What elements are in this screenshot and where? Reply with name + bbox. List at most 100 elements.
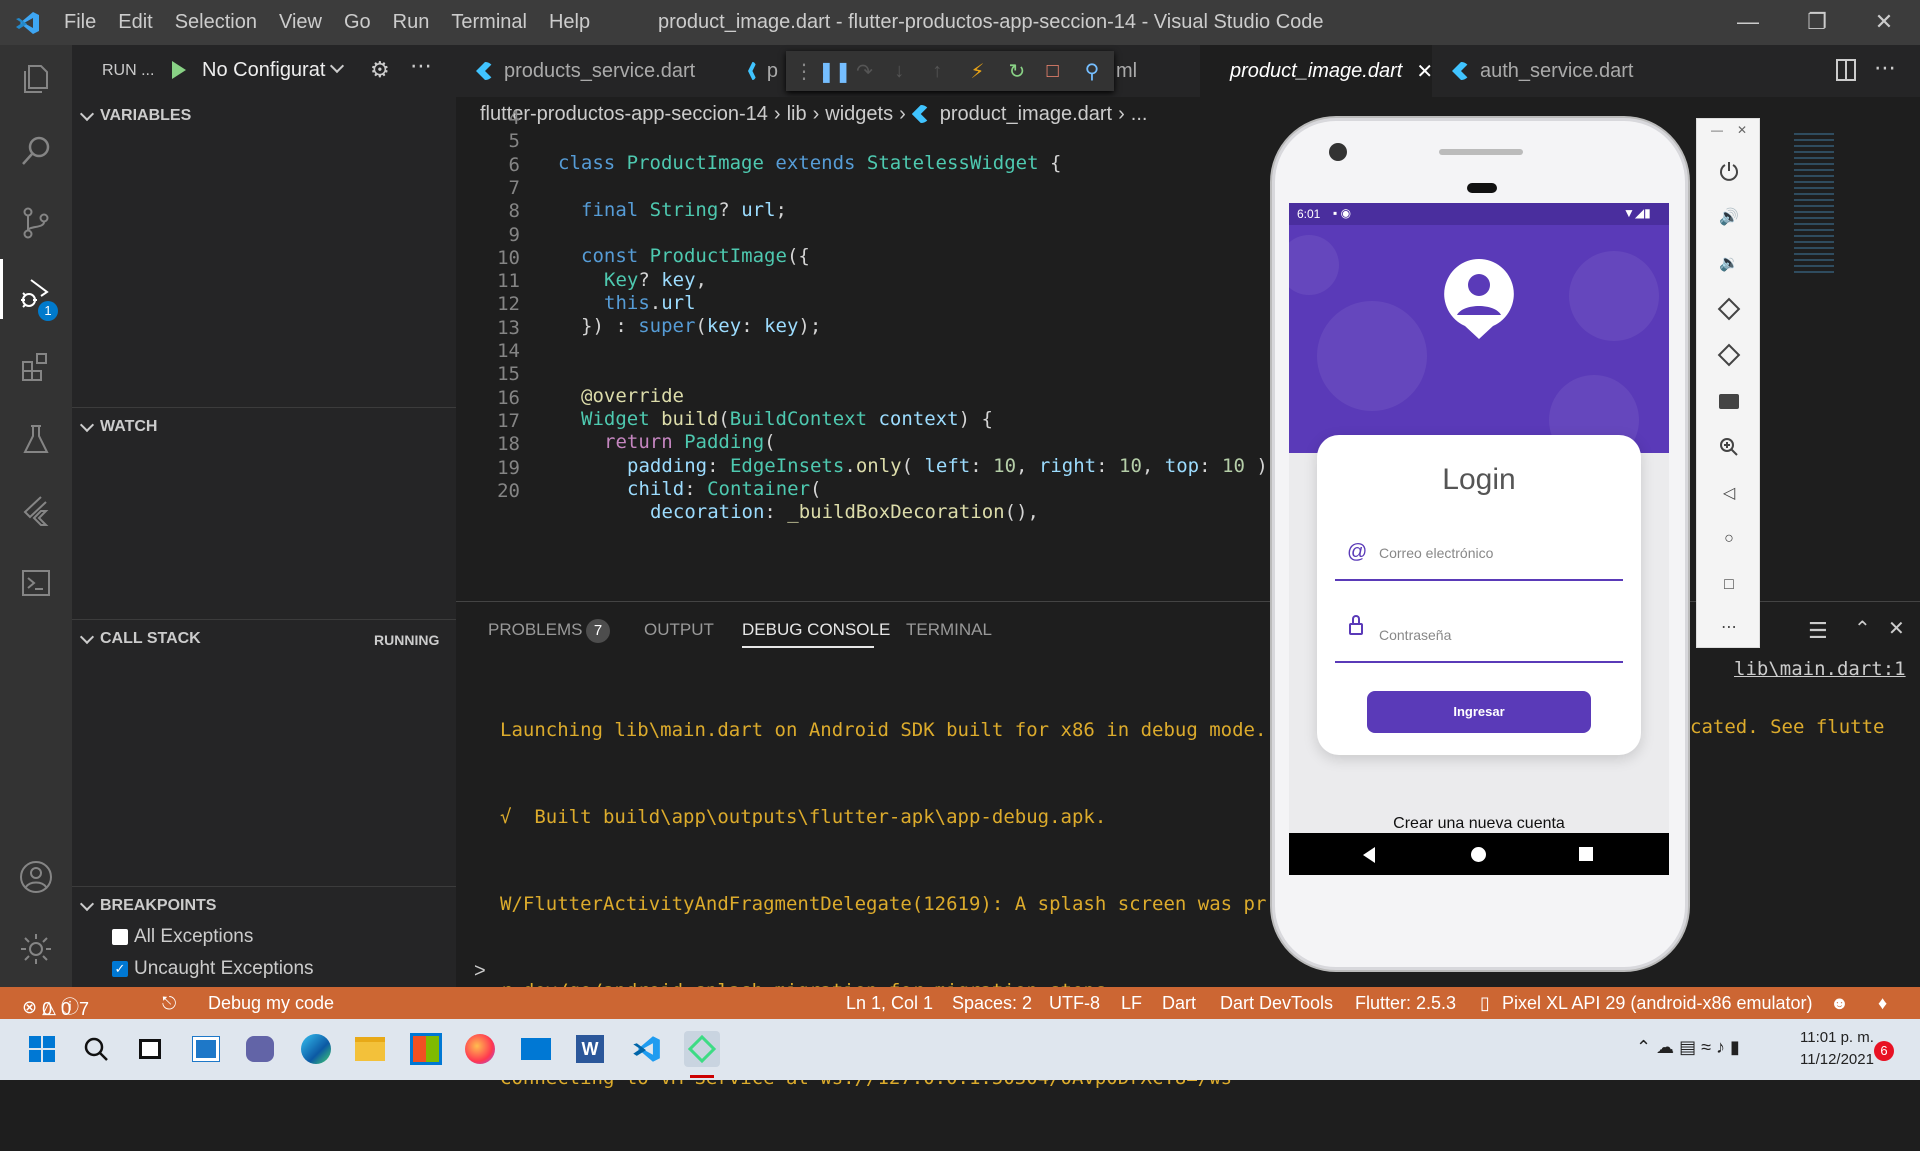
rotate-left-icon[interactable] [1715,295,1743,323]
drag-handle-icon[interactable]: ⋮⋮ [794,59,834,84]
tab-products-service[interactable]: products_service.dart [456,45,728,97]
widgets-icon[interactable] [188,1031,224,1067]
nav-home-icon[interactable] [1471,847,1486,862]
stop-icon[interactable]: □ [1047,60,1085,83]
password-input[interactable]: Contraseña [1379,627,1619,643]
feedback-icon[interactable]: ☻ [1830,993,1849,1014]
breadcrumb-file[interactable]: product_image.dart [940,103,1112,126]
tab-output[interactable]: OUTPUT [644,620,714,640]
power-icon[interactable] [1715,157,1743,185]
search-icon[interactable] [78,1031,114,1067]
android-emulator-icon[interactable] [684,1031,720,1067]
menu-run[interactable]: Run [393,11,430,33]
menu-edit[interactable]: Edit [118,11,152,33]
menu-help[interactable]: Help [549,11,590,33]
vscode-taskbar-icon[interactable] [628,1031,664,1067]
encoding[interactable]: UTF-8 [1049,993,1100,1014]
uncaught-exceptions-checkbox[interactable]: ✓ [112,961,128,977]
clock-date[interactable]: 11/12/2021 [1800,1051,1874,1068]
breadcrumb-lib[interactable]: lib [787,103,807,126]
source-link[interactable]: lib\main.dart:1 [1734,658,1906,680]
tab-terminal[interactable]: TERMINAL [906,620,992,640]
emulator-minimize-icon[interactable]: — [1711,123,1723,137]
tab-partial[interactable]: p [728,45,778,97]
home-icon[interactable]: ○ [1715,525,1743,553]
open-devtools-icon[interactable]: ⚲ [1085,59,1114,84]
nav-back-icon[interactable] [1363,847,1375,863]
split-editor-icon[interactable] [1836,59,1856,81]
maximize-panel-icon[interactable]: ⌃ [1854,616,1871,641]
chevron-down-icon[interactable] [329,58,345,74]
more-actions-icon[interactable]: ⋯ [1874,55,1896,81]
edge-browser-icon[interactable] [298,1031,334,1067]
menu-terminal[interactable]: Terminal [451,11,527,33]
more-actions-icon[interactable]: ⋯ [410,53,432,79]
back-icon[interactable]: ◁ [1715,479,1743,507]
debug-config-status[interactable]: Debug my code [208,993,334,1014]
notifications-bell-icon[interactable]: ♦ [1878,993,1887,1014]
search-icon[interactable] [16,131,56,171]
variables-header[interactable]: VARIABLES [72,101,456,131]
firefox-icon[interactable] [462,1031,498,1067]
problems-status[interactable]: ⊗ 0 △ 0 ⓘ 7 [22,993,89,1019]
windows-start-icon[interactable] [24,1031,60,1067]
create-account-link[interactable]: Crear una nueva cuenta [1289,815,1669,833]
emulator-close-icon[interactable]: ✕ [1737,123,1747,137]
volume-up-icon[interactable]: 🔊 [1715,203,1743,231]
rotate-right-icon[interactable] [1715,341,1743,369]
menu-file[interactable]: File [64,11,96,33]
cursor-position[interactable]: Ln 1, Col 1 [846,993,933,1014]
all-exceptions-checkbox[interactable] [112,929,128,945]
restart-icon[interactable]: ↻ [1008,59,1046,84]
console-prompt[interactable]: > [474,960,486,983]
word-icon[interactable]: W [572,1031,608,1067]
start-debugging-icon[interactable] [172,61,186,79]
menu-selection[interactable]: Selection [175,11,257,33]
step-over-icon[interactable]: ↷ [856,59,894,84]
tab-product-image-active[interactable]: product_image.dart ✕ [1200,45,1433,97]
debug-configuration-select[interactable]: No Configurat [202,59,332,82]
indentation[interactable]: Spaces: 2 [952,993,1032,1014]
explorer-icon[interactable] [16,59,56,99]
minimap[interactable] [1786,131,1920,601]
end-of-line[interactable]: LF [1121,993,1142,1014]
teams-chat-icon[interactable] [242,1031,278,1067]
flutter-version[interactable]: Flutter: 2.5.3 [1355,993,1456,1014]
device-selector[interactable]: Pixel XL API 29 (android-x86 emulator) [1502,993,1813,1014]
step-out-icon[interactable]: ↑ [932,60,970,83]
restore-button[interactable]: ❐ [1797,8,1837,36]
hot-reload-icon[interactable]: ⚡ [970,59,1008,84]
email-input[interactable]: Correo electrónico [1379,545,1619,561]
step-into-icon[interactable]: ↓ [894,60,932,83]
tab-auth-service[interactable]: auth_service.dart [1432,45,1668,97]
system-tray[interactable]: ⌃ ☁ ▤ ≈ ♪ ▮ [1636,1037,1740,1058]
language-mode[interactable]: Dart [1162,993,1196,1014]
breadcrumb-project[interactable]: flutter-productos-app-seccion-14 [480,103,768,126]
extensions-icon[interactable] [16,347,56,387]
file-explorer-icon[interactable] [352,1031,388,1067]
breadcrumb-widgets[interactable]: widgets [825,103,893,126]
nav-recents-icon[interactable] [1579,847,1593,861]
tab-problems[interactable]: PROBLEMS [488,620,582,640]
remote-explorer-icon[interactable] [16,563,56,603]
mail-icon[interactable] [518,1031,554,1067]
close-window-button[interactable]: ✕ [1864,8,1904,36]
tab-debug-console[interactable]: DEBUG CONSOLE [742,620,890,640]
zoom-icon[interactable] [1715,433,1743,461]
notification-badge[interactable]: 6 [1874,1041,1894,1061]
breakpoints-header[interactable]: BREAKPOINTS [72,891,456,921]
more-options-icon[interactable]: ⋯ [1715,613,1743,641]
overview-icon[interactable]: □ [1715,571,1743,599]
source-control-icon[interactable] [16,203,56,243]
phone-screen[interactable]: 6:01 ▪ ◉ ▼◢▮ Login @ Correo electrónico … [1289,203,1669,875]
settings-gear-icon[interactable] [16,929,56,969]
login-button[interactable]: Ingresar [1367,691,1591,733]
pause-icon[interactable]: ❚❚ [818,59,856,84]
volume-down-icon[interactable]: 🔉 [1715,249,1743,277]
watch-header[interactable]: WATCH [72,412,456,442]
task-view-icon[interactable] [132,1031,168,1067]
flutter-icon[interactable] [16,491,56,531]
menu-go[interactable]: Go [344,11,371,33]
clear-console-icon[interactable]: ☰ [1808,618,1828,644]
close-panel-icon[interactable]: ✕ [1888,616,1905,641]
